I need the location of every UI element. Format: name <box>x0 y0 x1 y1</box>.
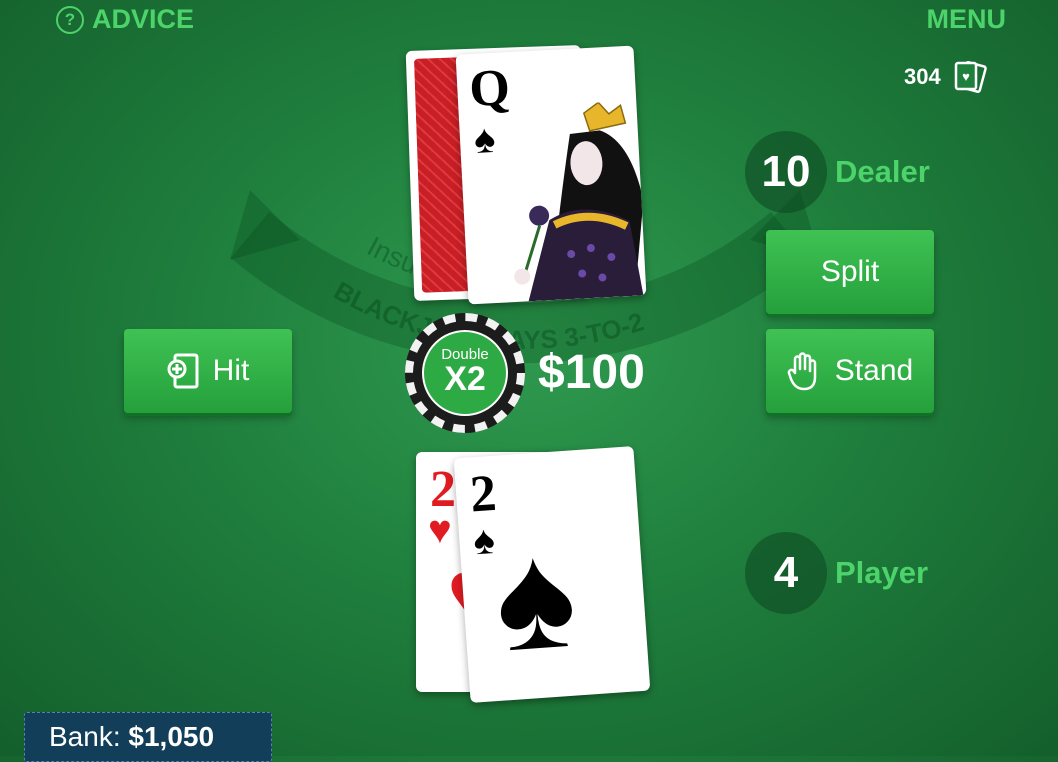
cards-stack-icon: ♥ <box>954 61 987 93</box>
deck-count: 304 ♥ <box>904 60 989 94</box>
big-spade-icon: ♠ <box>489 509 581 683</box>
deck-count-value: 304 <box>904 64 941 89</box>
bet-amount: $100 <box>538 346 645 399</box>
svg-text:♥: ♥ <box>962 69 970 84</box>
split-button[interactable]: Split <box>766 230 934 314</box>
hand-icon <box>787 352 817 391</box>
player-label: Player <box>835 555 929 590</box>
hit-button[interactable]: Hit <box>124 329 292 413</box>
hit-label: Hit <box>212 354 250 387</box>
stand-button[interactable]: Stand <box>766 329 934 413</box>
player-score-value: 4 <box>745 532 827 614</box>
player-score: 4 Player <box>745 532 928 614</box>
help-icon: ? <box>56 5 84 34</box>
add-card-icon <box>167 353 199 389</box>
stand-label: Stand <box>834 354 914 387</box>
bank-label: Bank: <box>49 721 121 752</box>
card-rank: 2 <box>468 464 499 524</box>
queen-portrait-icon <box>514 101 644 302</box>
player-card-2-spades: 2 ♠ ♠ <box>453 446 651 703</box>
advice-label: ADVICE <box>92 4 195 34</box>
split-label: Split <box>820 255 880 288</box>
bank-panel: Bank: $1,050 <box>24 712 272 762</box>
dealer-card-queen: Q ♠ <box>455 45 647 305</box>
dealer-score: 10 Dealer <box>745 131 930 213</box>
dealer-score-value: 10 <box>745 131 827 213</box>
dealer-label: Dealer <box>835 154 930 189</box>
menu-button[interactable]: MENU <box>927 4 1007 35</box>
bank-value: $1,050 <box>128 721 215 752</box>
chip-main-text: X2 <box>444 360 486 398</box>
advice-button[interactable]: ? ADVICE <box>56 4 194 35</box>
double-chip[interactable]: Double X2 <box>402 310 528 441</box>
